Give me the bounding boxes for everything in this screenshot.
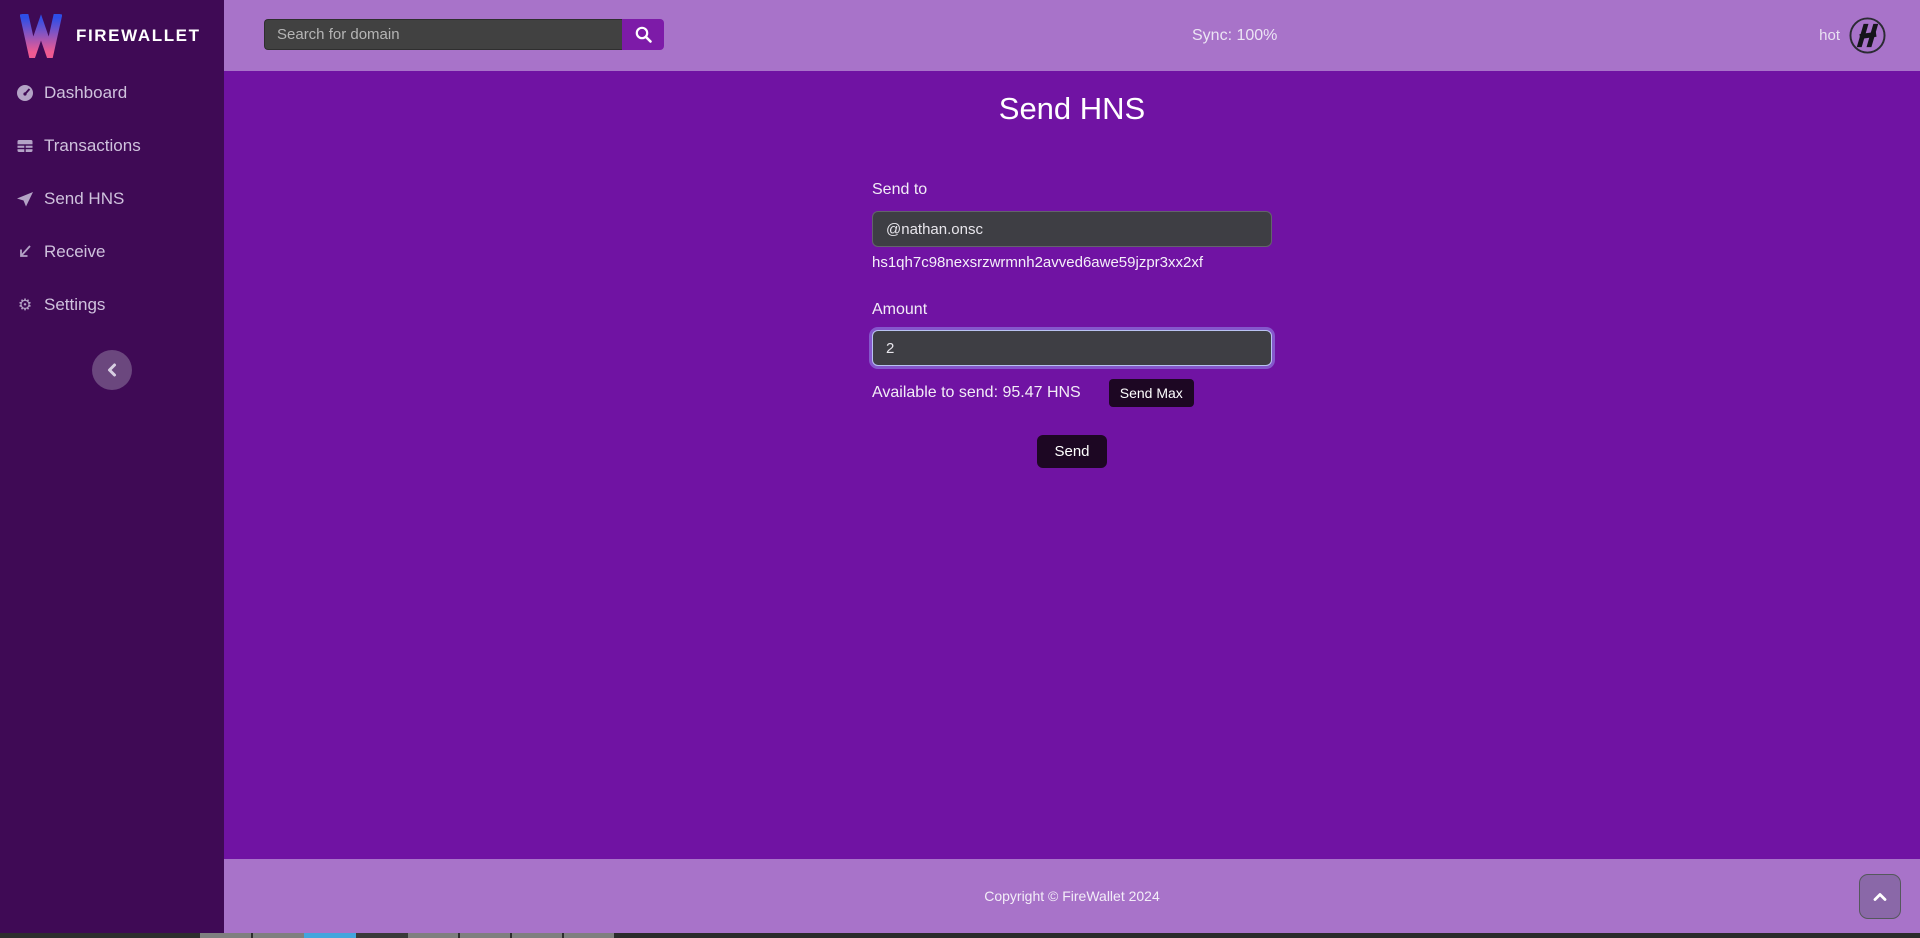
page-title: Send HNS	[224, 92, 1920, 125]
domain-search	[264, 19, 664, 50]
taskbar-edge[interactable]	[0, 933, 1920, 938]
sidebar-item-dashboard[interactable]: Dashboard	[16, 82, 224, 104]
send-max-button[interactable]: Send Max	[1109, 379, 1194, 407]
table-icon	[16, 137, 34, 155]
taskbar-segment	[253, 933, 304, 938]
sidebar: FIREWALLET Dashboard	[0, 0, 224, 933]
taskbar-segment	[564, 933, 614, 938]
amount-input[interactable]	[872, 330, 1272, 366]
taskbar-segment-active	[304, 933, 356, 938]
sidebar-item-transactions[interactable]: Transactions	[16, 135, 224, 157]
taskbar-segment	[614, 933, 1920, 938]
send-to-label: Send to	[872, 181, 1272, 201]
taskbar-segment	[460, 933, 510, 938]
send-button[interactable]: Send	[1037, 435, 1106, 468]
logo-row[interactable]: FIREWALLET	[0, 0, 224, 58]
magnifier-icon	[634, 25, 653, 44]
sidebar-nav: Dashboard Transactions	[0, 82, 224, 316]
sidebar-item-settings[interactable]: ⚙ Settings	[16, 294, 224, 316]
firewallet-logo-icon	[20, 14, 62, 58]
sidebar-item-label: Transactions	[44, 136, 141, 156]
resolved-address: hs1qh7c98nexsrzwrmnh2avved6awe59jzpr3xx2…	[872, 254, 1272, 272]
taskbar-segment	[512, 933, 562, 938]
sidebar-collapse-button[interactable]	[92, 350, 132, 390]
paper-plane-icon	[16, 190, 34, 208]
send-form: Send to hs1qh7c98nexsrzwrmnh2avved6awe59…	[872, 181, 1272, 468]
available-row: Available to send: 95.47 HNS Send Max	[872, 379, 1272, 407]
taskbar-segment	[200, 933, 251, 938]
chevron-up-icon	[1872, 891, 1888, 903]
sidebar-item-send-hns[interactable]: Send HNS	[16, 188, 224, 210]
taskbar-segment	[356, 933, 408, 938]
taskbar-segment	[408, 933, 458, 938]
arrow-down-left-icon	[16, 243, 34, 261]
sidebar-item-receive[interactable]: Receive	[16, 241, 224, 263]
send-row: Send	[872, 435, 1272, 468]
wallet-group[interactable]: hot	[1819, 0, 1886, 71]
sync-status: Sync: 100%	[1192, 0, 1277, 71]
scroll-to-top-button[interactable]	[1859, 874, 1901, 919]
gear-icon: ⚙	[16, 296, 34, 314]
sidebar-item-label: Dashboard	[44, 83, 127, 103]
content-column: Sync: 100% hot Send HNS Send to	[224, 0, 1920, 933]
main-panel: Send HNS Send to hs1qh7c98nexsrzwrmnh2av…	[224, 71, 1920, 859]
chevron-left-icon	[105, 362, 119, 378]
send-to-input[interactable]	[872, 211, 1272, 247]
footer: Copyright © FireWallet 2024	[224, 859, 1920, 933]
sidebar-item-label: Send HNS	[44, 189, 124, 209]
gauge-icon	[16, 84, 34, 102]
amount-label: Amount	[872, 301, 1272, 321]
wallet-name: hot	[1819, 27, 1840, 44]
sidebar-item-label: Receive	[44, 242, 105, 262]
copyright-text: Copyright © FireWallet 2024	[984, 888, 1160, 904]
search-input[interactable]	[264, 19, 622, 50]
sidebar-item-label: Settings	[44, 295, 105, 315]
app-title: FIREWALLET	[76, 26, 201, 46]
firewallet-app: FIREWALLET Dashboard	[0, 0, 1920, 938]
available-text: Available to send: 95.47 HNS	[872, 384, 1081, 402]
topbar: Sync: 100% hot	[224, 0, 1920, 71]
handshake-logo-icon[interactable]	[1849, 17, 1886, 54]
search-button[interactable]	[622, 19, 664, 50]
